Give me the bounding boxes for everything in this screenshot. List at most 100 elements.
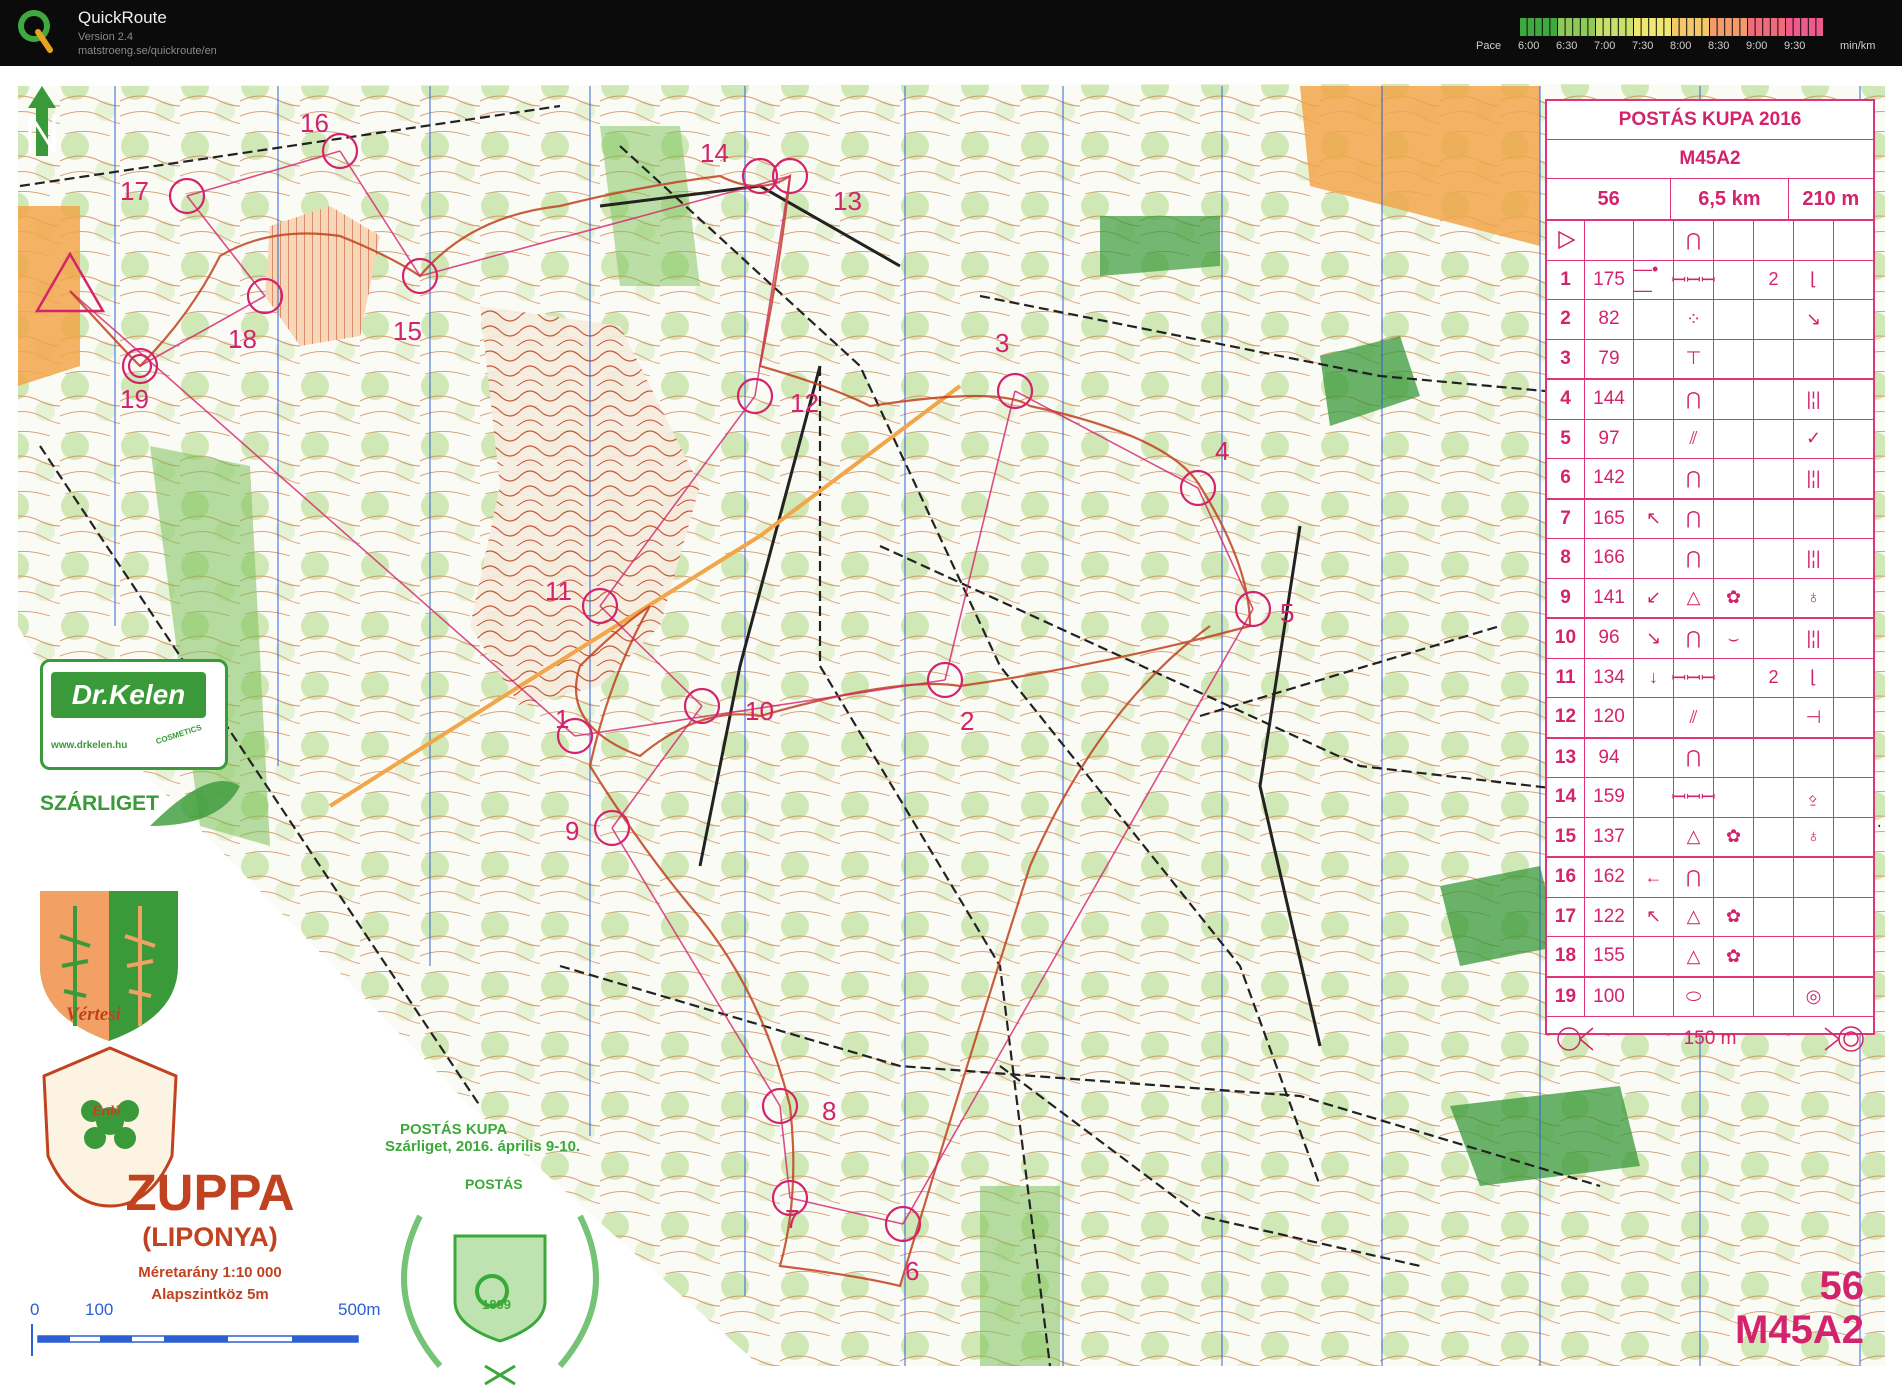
location-symbol: |¦| (1794, 380, 1834, 419)
event-name: POSTÁS KUPA (400, 1121, 508, 1138)
dimension-text (1754, 738, 1794, 777)
feature-symbol: △ (1674, 578, 1714, 617)
direction-symbol (1634, 300, 1674, 339)
pace-color-cell (1778, 18, 1785, 36)
course-badge-number: 56 (1819, 1264, 1864, 1308)
control-seq: 13 (1547, 738, 1585, 777)
direction-symbol: ↓ (1634, 658, 1674, 697)
other-info (1834, 579, 1873, 618)
control-seq: 8 (1547, 539, 1585, 578)
pace-color-cell (1596, 18, 1603, 36)
control-code: 175 (1585, 260, 1634, 299)
green-thicket (1100, 216, 1220, 276)
other-info (1834, 261, 1873, 300)
feature-symbol: ⋂ (1674, 380, 1714, 419)
card-class: M45A2 (1547, 140, 1873, 179)
pace-color-cell (1687, 18, 1694, 36)
location-symbol: ⍚ (1794, 778, 1834, 817)
other-info (1834, 459, 1873, 498)
appearance-symbol (1714, 339, 1754, 378)
appearance-symbol (1714, 778, 1754, 817)
scale-label: 0 (30, 1300, 40, 1319)
dimension-text (1754, 539, 1794, 578)
direction-symbol (1634, 937, 1674, 976)
control-number-label: 5 (1280, 598, 1295, 628)
control-number-label: 7 (785, 1204, 800, 1234)
pace-color-cell (1588, 18, 1595, 36)
pace-tick: 8:00 (1670, 40, 1692, 52)
feature-symbol: △ (1674, 897, 1714, 936)
direction-symbol (1634, 698, 1674, 737)
control-code: 96 (1585, 619, 1634, 658)
pace-color-cell (1641, 18, 1649, 36)
control-number-label: 11 (545, 576, 572, 606)
control-code: 100 (1585, 977, 1634, 1016)
control-number-label: 10 (745, 696, 774, 726)
dimension-text: 2 (1754, 260, 1794, 299)
feature-symbol: ⋂ (1674, 539, 1714, 578)
feature-symbol: ꟷꟷꟷ (1672, 260, 1715, 299)
other-info (1834, 937, 1873, 976)
title-bar: QuickRoute Version 2.4 matstroeng.se/qui… (0, 0, 1902, 66)
map-canvas[interactable]: 1 2 3 4 5 6 7 8 9 10 11 12 13 14 15 16 1… (0, 66, 1902, 1388)
app-title: QuickRoute (78, 8, 167, 27)
control-number-label: 15 (393, 316, 422, 346)
card-control-row: 12 120 ⫽ ⊣ (1547, 698, 1873, 739)
appearance-symbol: ⌣ (1714, 619, 1754, 658)
appearance-symbol (1714, 380, 1754, 419)
other-info (1834, 659, 1873, 698)
direction-symbol (1634, 380, 1674, 419)
pace-legend: Pace 6:00 6:30 7:00 7:30 8:00 8:30 9:00 … (1470, 18, 1900, 58)
knoll-icon: ⋂ (1674, 221, 1714, 260)
seal-text: POSTÁS (465, 1176, 523, 1192)
dimension-text (1754, 858, 1794, 897)
direction-symbol: —•— (1634, 259, 1674, 300)
pace-tick: 9:30 (1784, 40, 1806, 52)
location-symbol (1794, 897, 1834, 936)
dimension-text: 2 (1754, 658, 1794, 697)
pace-color-cell (1611, 18, 1618, 36)
location-symbol: ⊣ (1794, 698, 1834, 737)
control-code: 82 (1585, 300, 1634, 339)
direction-symbol (1634, 977, 1674, 1016)
card-control-row: 2 82 ⁘ ↘ (1547, 300, 1873, 340)
appearance-symbol (1714, 698, 1754, 737)
pace-color-cell (1694, 18, 1702, 36)
location-symbol (1794, 937, 1834, 976)
control-seq: 9 (1547, 578, 1585, 617)
finish-distance: 150 m (1683, 1028, 1737, 1049)
control-code: 166 (1585, 539, 1634, 578)
dimension-text (1754, 778, 1794, 817)
pace-color-cell (1626, 18, 1633, 36)
card-control-row: 3 79 ⊤ (1547, 339, 1873, 380)
direction-symbol: ↖ (1634, 499, 1674, 538)
pace-color-cell (1535, 18, 1542, 36)
card-control-row: 15 137 △ ✿ ♁ (1547, 817, 1873, 858)
feature-symbol: △ (1674, 817, 1714, 856)
control-code: 97 (1585, 419, 1634, 458)
control-code: 94 (1585, 738, 1634, 777)
control-seq: 6 (1547, 459, 1585, 498)
appearance-symbol (1714, 977, 1754, 1016)
pace-tick: 9:00 (1746, 40, 1768, 52)
card-header-row: 56 6,5 km 210 m (1547, 179, 1873, 221)
direction-symbol (1634, 419, 1674, 458)
app-url[interactable]: matstroeng.se/quickroute/en (78, 45, 217, 57)
pace-color-cell (1793, 18, 1801, 36)
dimension-text (1754, 380, 1794, 419)
location-symbol: ✓ (1794, 419, 1834, 458)
feature-symbol: ꟷꟷꟷ (1672, 778, 1715, 817)
pace-color-cell (1527, 18, 1535, 36)
location-symbol: ♁ (1794, 578, 1834, 617)
dimension-text (1754, 619, 1794, 658)
pace-color-cell (1770, 18, 1778, 36)
control-code: 159 (1585, 778, 1634, 817)
other-info (1834, 619, 1873, 658)
control-seq: 16 (1547, 858, 1585, 897)
direction-symbol: ← (1634, 858, 1674, 897)
control-code: 122 (1585, 897, 1634, 936)
control-number-label: 9 (565, 816, 580, 846)
location-symbol (1794, 499, 1834, 538)
dimension-text (1754, 578, 1794, 617)
control-seq: 15 (1547, 817, 1585, 856)
